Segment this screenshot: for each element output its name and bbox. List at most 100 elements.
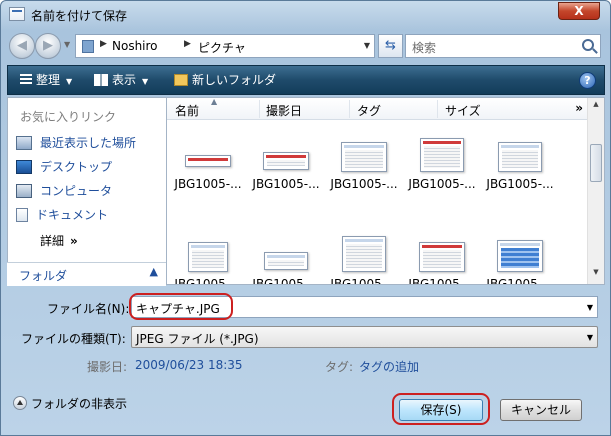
column-header-row: 名前 ▲ 撮影日 タグ サイズ » [167,98,589,120]
address-dropdown-icon[interactable]: ▼ [364,41,370,50]
file-name: JBG1005-... [408,177,476,191]
recent-pages-dropdown-icon[interactable]: ▼ [64,40,70,49]
filetype-label: ファイルの種類(T): [21,332,126,346]
file-item[interactable]: JBG1005-... [403,132,481,202]
folder-icon [82,40,94,53]
column-divider[interactable] [349,100,350,118]
column-header-size[interactable]: サイズ [445,102,481,119]
cancel-button[interactable]: キャンセル [500,399,582,421]
file-name: JBG1005-... [330,277,398,285]
refresh-button[interactable]: ⇆ [378,34,403,58]
double-chevron-icon: » [70,234,78,248]
navigation-pane: お気に入りリンク 最近表示した場所 デスクトップ コンピュータ ドキュメント 詳… [7,97,166,285]
nav-link-label: 最近表示した場所 [40,136,137,150]
nav-link-documents[interactable]: ドキュメント [16,206,108,224]
new-folder-label: 新しいフォルダ [192,73,277,87]
chevron-up-icon[interactable]: ▲ [150,265,158,278]
nav-link-desktop[interactable]: デスクトップ [16,158,112,176]
dialog-title: 名前を付けて保存 [31,9,128,23]
new-folder-icon [174,74,188,86]
filetype-select[interactable]: JPEG ファイル (*.JPG) ▼ [131,326,598,348]
organize-button[interactable]: 整理 ▼ [20,72,72,90]
more-label: 詳細 [40,234,65,248]
file-item[interactable]: JBG1005-... [169,230,247,285]
nav-link-recent-places[interactable]: 最近表示した場所 [16,134,136,152]
file-item[interactable]: JBG1005-... [247,132,325,202]
organize-label: 整理 [36,73,61,87]
column-header-name[interactable]: 名前 [175,102,199,119]
column-divider[interactable] [259,100,260,118]
search-placeholder: 検索 [412,41,437,55]
file-item[interactable]: JBG1005-... [325,132,403,202]
dialog-icon [9,7,25,21]
address-bar[interactable]: ▶ Noshiro ▶ ピクチャ ▼ [75,34,375,58]
nav-link-label: ドキュメント [36,208,109,222]
breadcrumb-pictures[interactable]: ピクチャ [198,39,246,56]
column-header-date-taken[interactable]: 撮影日 [266,102,302,119]
chevron-down-icon[interactable]: ▼ [587,303,593,312]
favorite-links-header: お気に入りリンク [20,110,117,124]
date-taken-label: 撮影日: [87,360,128,374]
breadcrumb-noshiro[interactable]: Noshiro [112,39,158,53]
views-button[interactable]: 表示 ▼ [94,72,148,90]
documents-icon [16,208,28,222]
file-item[interactable]: JBG1005-... [481,230,559,284]
column-header-tags[interactable]: タグ [357,102,381,119]
scrollbar-thumb[interactable] [590,144,602,182]
image-thumbnail [420,138,464,172]
tags-label: タグ: [325,360,354,374]
image-thumbnail [264,252,308,270]
chevron-down-icon: ▼ [142,77,149,86]
file-item[interactable]: JBG1005-... [169,132,247,202]
breadcrumb-separator-icon[interactable]: ▶ [100,39,107,49]
image-thumbnail [263,152,309,170]
breadcrumb-separator-icon[interactable]: ▶ [184,39,191,49]
scroll-down-icon[interactable]: ▼ [590,268,602,282]
folders-section-header[interactable]: フォルダ ▲ [7,262,166,286]
views-icon [94,74,108,86]
chevron-down-icon[interactable]: ▼ [587,333,593,342]
hide-folders-toggle[interactable]: フォルダの非表示 [13,395,127,412]
search-icon[interactable] [582,39,594,51]
save-as-dialog: 名前を付けて保存 X ◀ ▶ ▼ ▶ Noshiro ▶ ピクチャ ▼ ⇆ 検索… [0,0,611,436]
close-button[interactable]: X [558,2,600,20]
image-thumbnail [497,240,543,272]
new-folder-button[interactable]: 新しいフォルダ [174,72,276,90]
file-item[interactable]: JBG1005-... [247,230,325,285]
file-name: JBG1005-... [174,177,242,191]
file-name: JBG1005-... [330,177,398,191]
command-toolbar: 整理 ▼ 表示 ▼ 新しいフォルダ ? [7,65,605,95]
nav-link-computer[interactable]: コンピュータ [16,182,112,200]
filetype-value: JPEG ファイル (*.JPG) [136,332,259,346]
image-thumbnail [188,242,228,272]
column-divider[interactable] [437,100,438,118]
file-item[interactable]: JBG1005-... [325,230,403,285]
views-label: 表示 [112,73,137,87]
highlight-ring [129,293,233,320]
image-thumbnail [498,142,542,172]
file-name: JBG1005-... [174,277,242,285]
more-columns-button[interactable]: » [575,101,583,115]
file-item[interactable]: JBG1005-... [403,230,481,284]
hide-folders-label: フォルダの非表示 [31,397,128,411]
folders-label: フォルダ [19,269,68,283]
nav-link-label: コンピュータ [40,184,113,198]
chevron-down-icon: ▼ [66,77,73,86]
scroll-up-icon[interactable]: ▲ [590,100,602,114]
back-button[interactable]: ◀ [9,33,35,59]
forward-button[interactable]: ▶ [35,33,61,59]
vertical-scrollbar[interactable]: ▲ ▼ [587,98,604,284]
search-input[interactable]: 検索 [405,34,601,58]
file-item[interactable]: JBG1005-... [481,132,559,202]
file-name: JBG1005-... [252,277,320,285]
more-links-button[interactable]: 詳細 » [40,232,78,249]
date-taken-value[interactable]: 2009/06/23 18:35 [135,358,243,372]
add-tags-link[interactable]: タグの追加 [359,358,419,375]
image-thumbnail [419,242,465,272]
help-icon[interactable]: ? [579,72,596,89]
title-bar[interactable]: 名前を付けて保存 X [1,1,610,29]
recent-places-icon [16,136,32,150]
organize-icon [20,74,32,86]
file-name: JBG1005-... [486,177,554,191]
image-thumbnail [185,155,231,167]
